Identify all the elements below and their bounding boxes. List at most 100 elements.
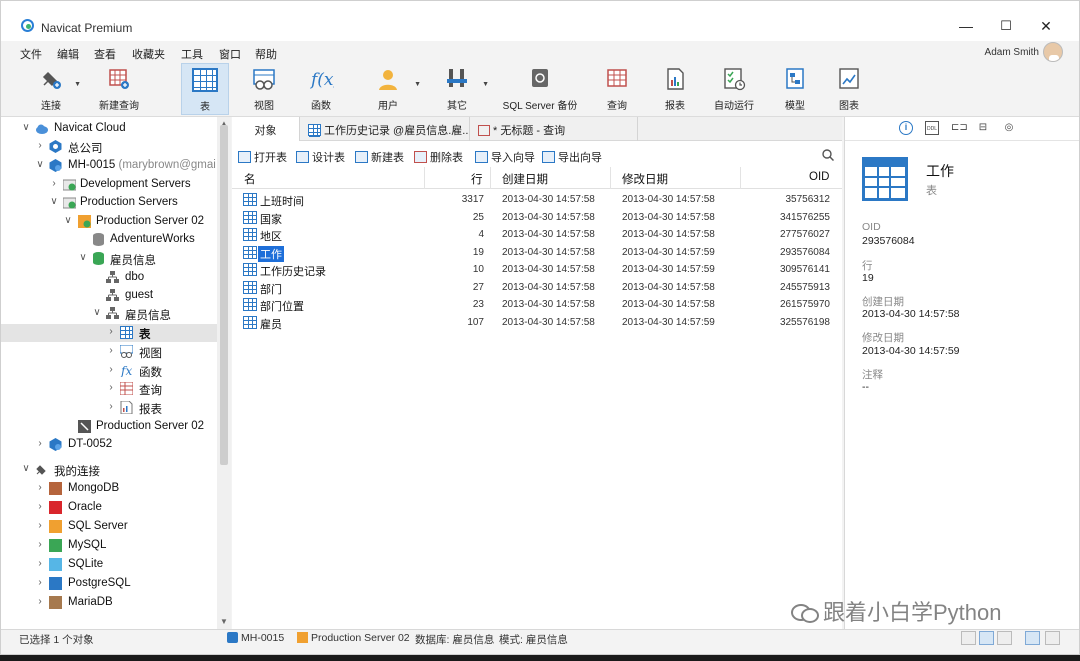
table-row[interactable]: 工作历史记录 10 2013-04-30 14:57:58 2013-04-30 14… [232, 261, 842, 279]
tree-item-mh-0015[interactable]: ∨ MH-0015 (marybrown@gmai [1, 157, 217, 175]
settings-icon[interactable]: ◎ [1002, 121, 1016, 135]
menu-file[interactable]: 文件 [20, 46, 42, 62]
close-button[interactable]: ✕ [1031, 15, 1061, 37]
toolbar-query-button[interactable]: 查询 [595, 63, 639, 115]
tree-item-adventureworks[interactable]: AdventureWorks [1, 231, 217, 249]
toggle-info-pane-icon[interactable] [1025, 631, 1040, 645]
table-row[interactable]: 雇员 107 2013-04-30 14:57:58 2013-04-30 14:57… [232, 314, 842, 332]
table-row[interactable]: 上班时间 3317 2013-04-30 14:57:58 2013-04-30 14… [232, 191, 842, 209]
chevron-down-icon[interactable]: ▼ [482, 81, 489, 88]
tree-item-my-connections[interactable]: ∨ 我的连接 [1, 461, 217, 479]
dependency-icon[interactable]: ⊏⊐ [951, 121, 968, 135]
tree-item-sqlite[interactable]: › SQLite [1, 556, 217, 574]
tab-job-history[interactable]: 工作历史记录 @雇员信息.雇... [300, 117, 470, 141]
toolbar-report-button[interactable]: 报表 [653, 63, 697, 115]
tree-item-sql-server[interactable]: › SQL Server [1, 518, 217, 536]
table-icon [243, 263, 257, 276]
er-view-icon[interactable] [997, 631, 1012, 645]
tree-item-mysql[interactable]: › MySQL [1, 537, 217, 555]
toolbar-automation-button[interactable]: 自动运行 [709, 63, 759, 115]
table-icon [243, 228, 257, 241]
scroll-down-icon[interactable]: ▼ [220, 617, 228, 626]
open-table-button[interactable]: 打开表 [238, 149, 287, 165]
toolbar-new-query-button[interactable]: 新建查询 [95, 63, 143, 115]
ddl-icon[interactable]: DDL [925, 121, 939, 135]
tree-item-dt-0052[interactable]: › DT-0052 [1, 436, 217, 454]
menu-tools[interactable]: 工具 [181, 46, 203, 62]
import-wizard-button[interactable]: 导入向导 [475, 149, 535, 165]
table-row-selected[interactable]: 工作 19 2013-04-30 14:57:58 2013-04-30 14:57:… [232, 244, 842, 262]
tree-item-dbo[interactable]: dbo [1, 269, 217, 287]
table-row[interactable]: 地区 4 2013-04-30 14:57:58 2013-04-30 14:57:5… [232, 226, 842, 244]
tree-item-development-servers[interactable]: › Development Servers [1, 176, 217, 194]
tree-item-production-servers[interactable]: ∨ Production Servers [1, 194, 217, 212]
avatar[interactable] [1043, 42, 1063, 62]
tree-item-production-server-02[interactable]: ∨ Production Server 02 [1, 213, 217, 231]
tab-objects[interactable]: 对象 [232, 117, 300, 141]
menu-edit[interactable]: 编辑 [57, 46, 79, 62]
tree-scrollbar[interactable]: ▲ ▼ [217, 117, 231, 629]
column-header-rows[interactable]: 行 [471, 171, 483, 187]
toolbar-function-button[interactable]: f(x) 函数 [298, 63, 344, 115]
tree-item-navicat-cloud[interactable]: ∨ Navicat Cloud [1, 120, 217, 138]
menu-view[interactable]: 查看 [94, 46, 116, 62]
tree-item-oracle[interactable]: › Oracle [1, 499, 217, 517]
tree-item-tables[interactable]: › 表 [1, 324, 217, 342]
toolbar-model-button[interactable]: 模型 [773, 63, 817, 115]
tree-item-postgresql[interactable]: › PostgreSQL [1, 575, 217, 593]
relation-icon[interactable]: ⊟ [976, 121, 990, 135]
toolbar-report-label: 报表 [665, 101, 685, 112]
search-icon[interactable] [822, 149, 835, 164]
prop-label-rows: 行 [862, 260, 873, 272]
info-icon[interactable]: i [899, 121, 913, 135]
tree-item-production-server-02-b[interactable]: Production Server 02 [1, 418, 217, 436]
tree-item-reports[interactable]: › 报表 [1, 399, 217, 417]
column-header-oid[interactable]: OID [809, 171, 829, 183]
tree-item-employee-schema[interactable]: ∨ 雇员信息 [1, 305, 217, 323]
tree-item-guest[interactable]: guest [1, 287, 217, 305]
query-icon [604, 67, 630, 91]
toggle-nav-pane-icon[interactable] [1045, 631, 1060, 645]
column-header-name[interactable]: 名 [244, 171, 256, 187]
column-header-modified[interactable]: 修改日期 [622, 171, 668, 187]
detail-view-icon[interactable] [979, 631, 994, 645]
toolbar-user-button[interactable]: 用户 ▼ [365, 63, 421, 115]
list-view-icon[interactable] [961, 631, 976, 645]
menu-window[interactable]: 窗口 [219, 46, 241, 62]
export-wizard-button[interactable]: 导出向导 [542, 149, 602, 165]
menu-favorites[interactable]: 收藏夹 [132, 46, 165, 62]
tab-untitled-query[interactable]: * 无标题 - 查询 [470, 117, 638, 141]
tree-item-functions[interactable]: › fx 函数 [1, 362, 217, 380]
new-table-button[interactable]: 新建表 [355, 149, 404, 165]
minimize-button[interactable]: — [951, 15, 981, 37]
tree-item-head-office[interactable]: › 总公司 [1, 138, 217, 156]
toolbar-other-button[interactable]: 其它 ▼ [435, 63, 489, 115]
toolbar-table-button[interactable]: 表 [181, 63, 229, 115]
tree-item-mongodb[interactable]: › MongoDB [1, 480, 217, 498]
scrollbar-thumb[interactable] [220, 125, 228, 465]
tree-item-queries[interactable]: › 查询 [1, 380, 217, 398]
tree-item-mariadb[interactable]: › MariaDB [1, 594, 217, 612]
table-icon [243, 210, 257, 224]
column-header-created[interactable]: 创建日期 [502, 171, 548, 187]
tree-item-employee-db[interactable]: ∨ 雇员信息 [1, 250, 217, 268]
menu-help[interactable]: 帮助 [255, 46, 277, 62]
table-row[interactable]: 部门位置 23 2013-04-30 14:57:58 2013-04-30 14:5… [232, 296, 842, 314]
toolbar-connect-button[interactable]: 连接 ▼ [31, 63, 81, 115]
user-name[interactable]: Adam Smith [985, 47, 1039, 58]
toolbar-backup-button[interactable]: SQL Server 备份 [501, 63, 579, 115]
toolbar-view-label: 视图 [254, 101, 274, 112]
toolbar-view-button[interactable]: 视图 [241, 63, 287, 115]
maximize-button[interactable]: ☐ [991, 15, 1021, 37]
design-table-button[interactable]: 设计表 [296, 149, 345, 165]
table-row[interactable]: 部门 27 2013-04-30 14:57:58 2013-04-30 14:57:… [232, 279, 842, 297]
delete-table-button[interactable]: 删除表 [414, 149, 463, 165]
table-row[interactable]: 国家 25 2013-04-30 14:57:58 2013-04-30 14:57:… [232, 209, 842, 227]
view-icon [251, 67, 277, 91]
toolbar-chart-button[interactable]: 图表 [827, 63, 871, 115]
user-icon [375, 67, 401, 91]
tree-item-views[interactable]: › 视图 [1, 343, 217, 361]
chevron-down-icon[interactable]: ▼ [74, 81, 81, 88]
chevron-down-icon[interactable]: ▼ [414, 81, 421, 88]
mongodb-icon [49, 482, 62, 495]
